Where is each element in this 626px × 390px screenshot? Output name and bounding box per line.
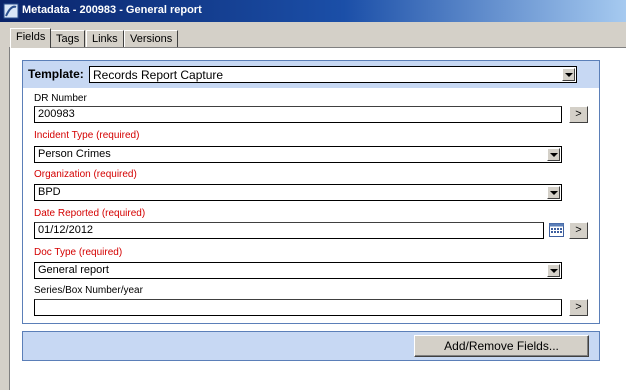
window-title: Metadata - 200983 - General report [22, 4, 202, 16]
chevron-down-icon[interactable] [547, 148, 560, 161]
chevron-down-icon[interactable] [547, 186, 560, 199]
template-label: Template: [28, 67, 84, 81]
dr-number-go-button[interactable]: > [569, 106, 588, 123]
dr-number-label: DR Number [34, 93, 87, 104]
doc-type-label: Doc Type (required) [34, 247, 123, 258]
calendar-icon[interactable] [549, 222, 564, 237]
chevron-down-icon[interactable] [547, 264, 560, 277]
tab-tags[interactable]: Tags [50, 30, 86, 47]
date-reported-label: Date Reported (required) [34, 208, 146, 219]
date-reported-input[interactable]: 01/12/2012 [34, 222, 544, 239]
incident-type-value: Person Crimes [38, 148, 111, 160]
doc-type-value: General report [38, 264, 109, 276]
template-select-value: Records Report Capture [93, 68, 224, 82]
date-reported-go-button[interactable]: > [569, 222, 588, 239]
doc-type-select[interactable]: General report [34, 262, 562, 279]
series-box-go-button[interactable]: > [569, 299, 588, 316]
add-remove-fields-button[interactable]: Add/Remove Fields... [414, 335, 589, 357]
organization-select[interactable]: BPD [34, 184, 562, 201]
template-select[interactable]: Records Report Capture [89, 66, 577, 83]
tab-versions-label: Versions [130, 33, 173, 45]
incident-type-label: Incident Type (required) [34, 130, 140, 141]
window-titlebar[interactable]: Metadata - 200983 - General report [0, 0, 626, 22]
organization-label: Organization (required) [34, 169, 137, 180]
series-box-input[interactable] [34, 299, 562, 316]
tab-versions[interactable]: Versions [124, 30, 179, 47]
tab-links[interactable]: Links [86, 30, 124, 47]
app-icon [3, 3, 19, 19]
tab-links-label: Links [92, 33, 118, 45]
dr-number-input[interactable]: 200983 [34, 106, 562, 123]
tab-fields-label: Fields [16, 31, 46, 43]
tab-fields[interactable]: Fields [10, 28, 52, 48]
tab-tags-label: Tags [56, 33, 80, 45]
incident-type-select[interactable]: Person Crimes [34, 146, 562, 163]
organization-value: BPD [38, 186, 61, 198]
series-box-label: Series/Box Number/year [34, 285, 143, 296]
chevron-down-icon[interactable] [562, 68, 575, 81]
